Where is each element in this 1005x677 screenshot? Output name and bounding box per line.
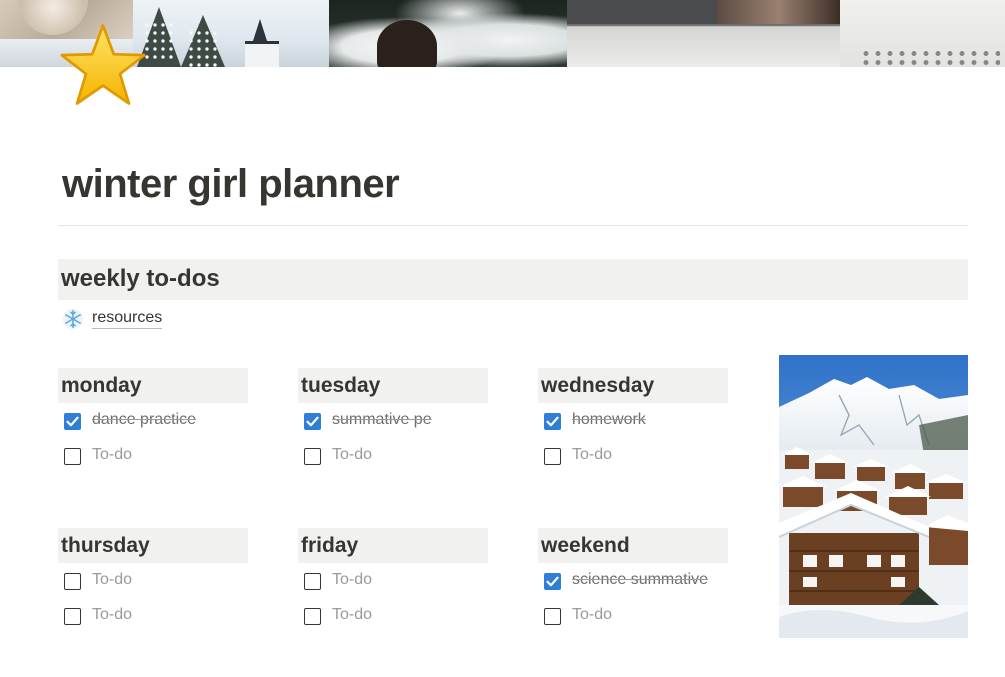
snowflake-icon — [62, 308, 84, 330]
page-title[interactable]: winter girl planner — [62, 162, 400, 207]
cover-tile-snowy-village — [133, 0, 329, 67]
todo-item[interactable]: To-do — [298, 598, 488, 633]
chalet-image[interactable] — [779, 355, 968, 638]
todo-item[interactable]: To-do — [538, 598, 728, 633]
todo-label[interactable]: To-do — [92, 446, 132, 464]
todo-item[interactable]: homework — [538, 403, 728, 438]
checkbox-unchecked[interactable] — [64, 448, 81, 465]
checkbox-unchecked[interactable] — [544, 608, 561, 625]
day-wednesday: wednesday homework To-do — [538, 368, 728, 473]
todo-item[interactable]: To-do — [58, 563, 248, 598]
checkbox-unchecked[interactable] — [544, 448, 561, 465]
checkbox-unchecked[interactable] — [304, 448, 321, 465]
todo-label[interactable]: homework — [572, 411, 646, 429]
day-heading[interactable]: wednesday — [538, 368, 728, 403]
divider — [58, 225, 968, 226]
todo-label[interactable]: science summative — [572, 571, 708, 589]
todo-label[interactable]: dance practice — [92, 411, 196, 429]
checkbox-unchecked[interactable] — [64, 573, 81, 590]
todo-label[interactable]: To-do — [92, 606, 132, 624]
day-heading[interactable]: weekend — [538, 528, 728, 563]
cover-tile-desk — [567, 0, 840, 67]
checkbox-unchecked[interactable] — [304, 573, 321, 590]
day-heading[interactable]: monday — [58, 368, 248, 403]
todo-label[interactable]: To-do — [332, 606, 372, 624]
cover-tile-snow-portrait — [329, 0, 567, 67]
day-heading[interactable]: thursday — [58, 528, 248, 563]
day-monday: monday dance practice To-do — [58, 368, 248, 473]
checkbox-checked[interactable] — [544, 413, 561, 430]
checkbox-checked[interactable] — [64, 413, 81, 430]
resources-link[interactable]: resources — [92, 309, 163, 329]
todo-label[interactable]: To-do — [92, 571, 132, 589]
section-heading[interactable]: weekly to-dos — [61, 265, 220, 293]
day-heading[interactable]: friday — [298, 528, 488, 563]
checkbox-checked[interactable] — [544, 573, 561, 590]
todo-item[interactable]: To-do — [58, 438, 248, 473]
todo-item[interactable]: To-do — [538, 438, 728, 473]
day-thursday: thursday To-do To-do — [58, 528, 248, 633]
todo-item[interactable]: science summative — [538, 563, 728, 598]
checkbox-checked[interactable] — [304, 413, 321, 430]
cover-image[interactable] — [0, 0, 1005, 67]
todo-label[interactable]: To-do — [572, 446, 612, 464]
day-tuesday: tuesday summative pe To-do — [298, 368, 488, 473]
todo-label[interactable]: To-do — [332, 571, 372, 589]
checkbox-unchecked[interactable] — [64, 608, 81, 625]
todo-item[interactable]: summative pe — [298, 403, 488, 438]
todo-item[interactable]: dance practice — [58, 403, 248, 438]
todo-label[interactable]: To-do — [332, 446, 372, 464]
todo-item[interactable]: To-do — [298, 438, 488, 473]
todo-item[interactable]: To-do — [58, 598, 248, 633]
todo-label[interactable]: summative pe — [332, 411, 432, 429]
checkbox-unchecked[interactable] — [304, 608, 321, 625]
todo-label[interactable]: To-do — [572, 606, 612, 624]
day-weekend: weekend science summative To-do — [538, 528, 728, 633]
day-heading[interactable]: tuesday — [298, 368, 488, 403]
todo-item[interactable]: To-do — [298, 563, 488, 598]
day-friday: friday To-do To-do — [298, 528, 488, 633]
cover-tile-snow-field — [840, 0, 1005, 67]
star-icon[interactable] — [58, 22, 148, 108]
